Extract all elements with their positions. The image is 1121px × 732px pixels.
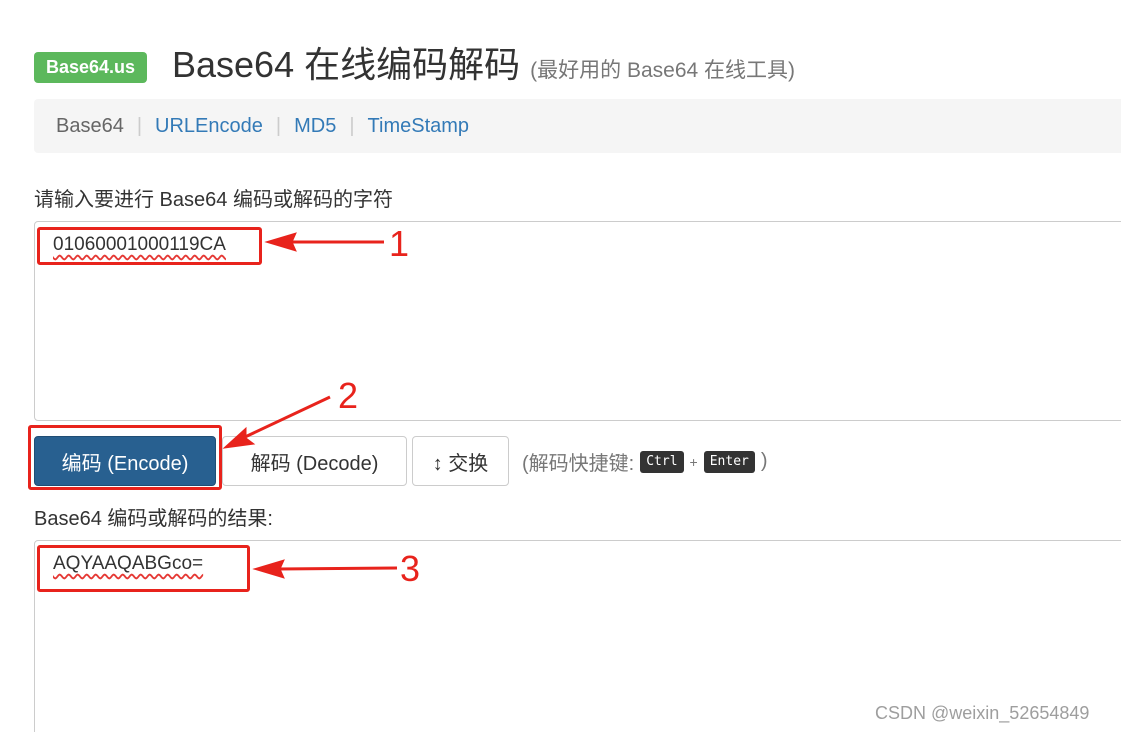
- annotation-number-3: 3: [400, 548, 421, 589]
- page: Base64.us Base64 在线编码解码 (最好用的 Base64 在线工…: [0, 0, 1121, 732]
- arrow-2-shaft: [244, 395, 331, 439]
- annotation-number-2: 2: [338, 375, 359, 416]
- annotation-number-1: 1: [389, 223, 410, 264]
- arrow-1-head: [264, 232, 297, 252]
- arrow-3-shaft: [277, 566, 398, 571]
- annotation-arrows: [222, 232, 398, 579]
- watermark: CSDN @weixin_52654849: [875, 703, 1090, 723]
- arrow-2-head: [222, 426, 256, 449]
- arrow-3-head: [252, 559, 285, 579]
